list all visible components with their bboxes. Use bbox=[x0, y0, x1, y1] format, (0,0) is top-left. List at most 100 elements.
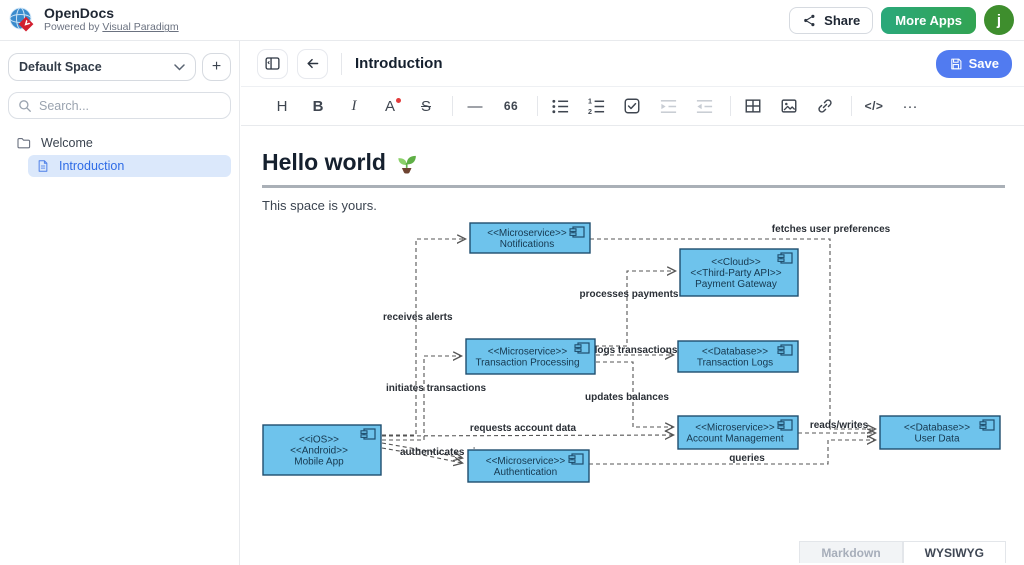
diagram-node-authentication[interactable]: <<Microservice>>Authentication bbox=[468, 450, 589, 482]
edge-label: reads/writes bbox=[810, 420, 869, 431]
edge-label: processes payments bbox=[580, 289, 679, 300]
code-button[interactable]: </> bbox=[861, 93, 887, 119]
app-logo: OpenDocs Powered by Visual Paradigm bbox=[8, 6, 179, 34]
node-label: Mobile App bbox=[294, 457, 344, 468]
edge-label: initiates transactions bbox=[386, 383, 486, 394]
sidebar-item-introduction[interactable]: Introduction bbox=[28, 155, 231, 177]
more-button[interactable]: ··· bbox=[897, 93, 923, 119]
strikethrough-icon: S bbox=[421, 98, 431, 115]
indent-button bbox=[655, 93, 681, 119]
table-button[interactable] bbox=[740, 93, 766, 119]
panel-icon bbox=[264, 55, 281, 72]
share-button[interactable]: Share bbox=[789, 7, 873, 34]
link-icon bbox=[816, 97, 834, 115]
blockquote-button[interactable]: 66 bbox=[498, 93, 524, 119]
horizontal-rule-icon: — bbox=[468, 98, 483, 115]
tree-item-label: Welcome bbox=[41, 136, 93, 150]
document-icon bbox=[36, 159, 50, 173]
chevron-down-icon bbox=[174, 64, 185, 71]
diagram-node-account-management[interactable]: <<Microservice>>Account Management bbox=[678, 416, 798, 449]
font-color-button[interactable]: A bbox=[377, 93, 403, 119]
save-button[interactable]: Save bbox=[936, 50, 1012, 78]
diagram-node-transaction-logs[interactable]: <<Database>>Transaction Logs bbox=[678, 341, 798, 372]
opendocs-logo-icon bbox=[8, 6, 36, 34]
folder-icon bbox=[16, 135, 32, 151]
diagram-node-transaction-processing[interactable]: <<Microservice>>Transaction Processing bbox=[466, 339, 595, 374]
more-apps-button[interactable]: More Apps bbox=[881, 7, 976, 34]
diagram-edge bbox=[382, 356, 461, 440]
indent-icon bbox=[659, 97, 678, 116]
seedling-icon bbox=[394, 150, 419, 175]
toolbar-divider bbox=[452, 96, 453, 116]
bullet-list-icon bbox=[551, 97, 570, 116]
editor-content[interactable]: Hello world This space is yours. receive… bbox=[241, 126, 1024, 565]
task-list-icon bbox=[623, 97, 641, 115]
visual-paradigm-link[interactable]: Visual Paradigm bbox=[102, 21, 178, 33]
user-avatar[interactable]: j bbox=[984, 5, 1014, 35]
code-icon: </> bbox=[865, 99, 884, 113]
main-area: Introduction Save HBIAS—6612</>··· Hello… bbox=[241, 41, 1024, 565]
back-button[interactable] bbox=[297, 49, 328, 79]
bold-icon: B bbox=[313, 98, 324, 115]
node-label: Transaction Processing bbox=[475, 358, 579, 369]
toolbar-divider bbox=[537, 96, 538, 116]
node-label: <<iOS>> bbox=[299, 435, 339, 446]
save-icon bbox=[949, 57, 963, 71]
arrow-left-icon bbox=[304, 55, 321, 72]
diagram-node-payment-gateway[interactable]: <<Cloud>><<Third-Party API>>Payment Gate… bbox=[680, 249, 798, 296]
task-list-button[interactable] bbox=[619, 93, 645, 119]
document-heading: Hello world bbox=[262, 149, 419, 176]
sidebar: Default Space + Welcome Introduction bbox=[0, 41, 240, 565]
image-icon bbox=[780, 97, 798, 115]
more-icon: ··· bbox=[903, 98, 918, 115]
node-label: <<Cloud>> bbox=[711, 257, 761, 268]
edge-label: updates balances bbox=[585, 392, 669, 403]
edge-label: receives alerts bbox=[383, 312, 453, 323]
tab-wysiwyg[interactable]: WYSIWYG bbox=[903, 541, 1006, 563]
diagram-node-user-data[interactable]: <<Database>>User Data bbox=[880, 416, 1000, 449]
toggle-sidebar-button[interactable] bbox=[257, 49, 288, 79]
svg-text:1: 1 bbox=[587, 97, 591, 105]
numbered-list-button[interactable]: 12 bbox=[583, 93, 609, 119]
strikethrough-button[interactable]: S bbox=[413, 93, 439, 119]
diagram-node-mobile-app[interactable]: <<iOS>><<Android>>Mobile App bbox=[263, 425, 381, 475]
italic-button[interactable]: I bbox=[341, 93, 367, 119]
sidebar-item-welcome[interactable]: Welcome bbox=[8, 132, 231, 154]
page-tree: Welcome Introduction bbox=[0, 131, 239, 178]
search-input[interactable] bbox=[39, 99, 221, 113]
svg-text:2: 2 bbox=[587, 108, 591, 116]
node-label: <<Database>> bbox=[904, 423, 970, 434]
image-button[interactable] bbox=[776, 93, 802, 119]
numbered-list-icon: 12 bbox=[587, 97, 606, 116]
node-label: <<Microservice>> bbox=[695, 423, 775, 434]
node-label: <<Microservice>> bbox=[486, 456, 566, 467]
toolbar-divider bbox=[730, 96, 731, 116]
tab-markdown[interactable]: Markdown bbox=[799, 541, 902, 563]
bold-button[interactable]: B bbox=[305, 93, 331, 119]
diagram-node-notifications[interactable]: <<Microservice>>Notifications bbox=[470, 223, 590, 253]
powered-by: Powered by Visual Paradigm bbox=[44, 22, 179, 34]
search-box[interactable] bbox=[8, 92, 231, 119]
heading-rule bbox=[262, 185, 1005, 188]
outdent-button bbox=[691, 93, 717, 119]
search-icon bbox=[18, 99, 32, 113]
node-label: User Data bbox=[914, 434, 959, 445]
horizontal-rule-button[interactable]: — bbox=[462, 93, 488, 119]
space-selector[interactable]: Default Space bbox=[8, 53, 196, 81]
share-icon bbox=[802, 13, 817, 28]
diagram-edge bbox=[382, 239, 465, 435]
node-label: <<Third-Party API>> bbox=[690, 268, 781, 279]
tree-item-label: Introduction bbox=[59, 159, 124, 173]
diagram-edge bbox=[382, 435, 673, 436]
edge-label: logs transactions bbox=[595, 345, 678, 356]
link-button[interactable] bbox=[812, 93, 838, 119]
add-page-button[interactable]: + bbox=[202, 53, 231, 81]
app-name: OpenDocs bbox=[44, 6, 179, 21]
node-label: Transaction Logs bbox=[697, 358, 773, 369]
doc-header: Introduction Save bbox=[241, 41, 1024, 87]
heading-button[interactable]: H bbox=[269, 93, 295, 119]
node-label: <<Microservice>> bbox=[488, 347, 568, 358]
component-diagram: receives alertsinitiates transactionsreq… bbox=[251, 211, 1021, 511]
node-label: Notifications bbox=[500, 239, 554, 250]
bullet-list-button[interactable] bbox=[547, 93, 573, 119]
